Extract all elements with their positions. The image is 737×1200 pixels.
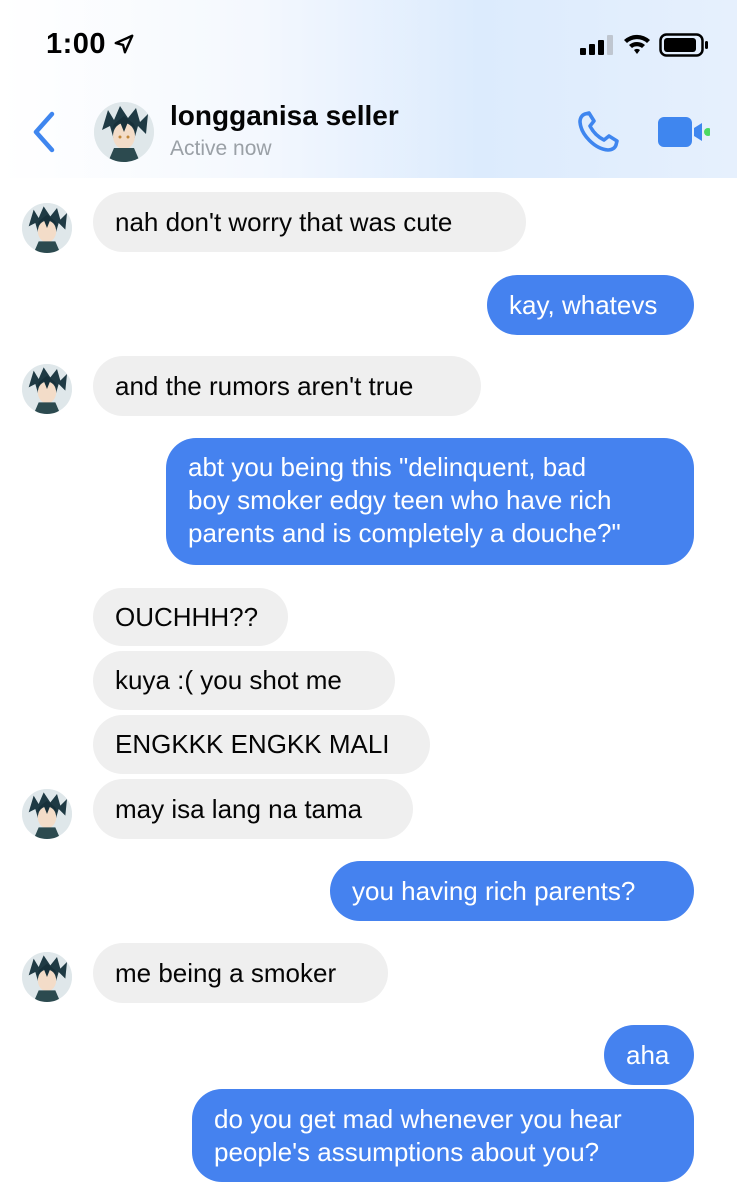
contact-active-status: Active now [170, 137, 272, 160]
incoming-message[interactable]: nah don't worry that was cute [93, 192, 526, 252]
messenger-chat-screen: 1:00 longganisa seller Active now nah do… [0, 0, 737, 1200]
message-line: abt you being this "delinquent, bad [188, 452, 587, 482]
avatar-image [22, 364, 72, 414]
message-text: OUCHHH?? [115, 601, 259, 632]
outgoing-message[interactable]: do you get mad whenever you hear people'… [192, 1089, 694, 1182]
message-text: may isa lang na tama [115, 793, 363, 824]
incoming-message[interactable]: may isa lang na tama [93, 779, 413, 839]
sender-avatar[interactable] [22, 789, 72, 839]
incoming-message[interactable]: kuya :( you shot me [93, 651, 395, 710]
phone-call-button[interactable] [576, 110, 622, 154]
message-text: nah don't worry that was cute [115, 206, 453, 237]
message-text: aha [626, 1039, 670, 1070]
signal-icon [580, 35, 613, 55]
message-text: me being a smoker [115, 957, 337, 988]
avatar-image [22, 952, 72, 1002]
chat-header: 1:00 longganisa seller Active now [0, 0, 737, 178]
message-text: ENGKKK ENGKK MALI [115, 729, 390, 759]
avatar-image [22, 789, 72, 839]
location-arrow-icon [114, 34, 134, 54]
video-call-button[interactable] [658, 113, 710, 151]
message-line: do you get mad whenever you hear [214, 1104, 622, 1134]
message-text: kuya :( you shot me [115, 665, 342, 695]
sender-avatar[interactable] [22, 952, 72, 1002]
message-text: you having rich parents? [352, 875, 636, 906]
status-time: 1:00 [46, 28, 107, 60]
sender-avatar[interactable] [22, 203, 72, 253]
message-line: parents and is completely a douche?" [188, 518, 621, 548]
contact-name[interactable]: longganisa seller [170, 100, 399, 132]
sender-avatar[interactable] [22, 364, 72, 414]
back-button[interactable] [28, 110, 60, 154]
avatar-image [22, 203, 72, 253]
incoming-message[interactable]: OUCHHH?? [93, 588, 288, 646]
incoming-message[interactable]: and the rumors aren't true [93, 356, 481, 416]
outgoing-message[interactable]: you having rich parents? [330, 861, 694, 921]
message-text: kay, whatevs [509, 289, 658, 320]
battery-icon [659, 33, 708, 57]
incoming-message[interactable]: ENGKKK ENGKK MALI [93, 715, 430, 774]
outgoing-message[interactable]: abt you being this "delinquent, bad boy … [166, 438, 694, 565]
message-line: people's assumptions about you? [214, 1137, 600, 1167]
avatar-image [94, 102, 154, 162]
wifi-icon [624, 34, 650, 54]
message-text: and the rumors aren't true [115, 370, 414, 401]
outgoing-message[interactable]: kay, whatevs [487, 275, 694, 335]
incoming-message[interactable]: me being a smoker [93, 943, 388, 1003]
outgoing-message[interactable]: aha [604, 1025, 694, 1085]
contact-avatar[interactable] [94, 102, 154, 162]
message-line: boy smoker edgy teen who have rich [188, 485, 612, 515]
